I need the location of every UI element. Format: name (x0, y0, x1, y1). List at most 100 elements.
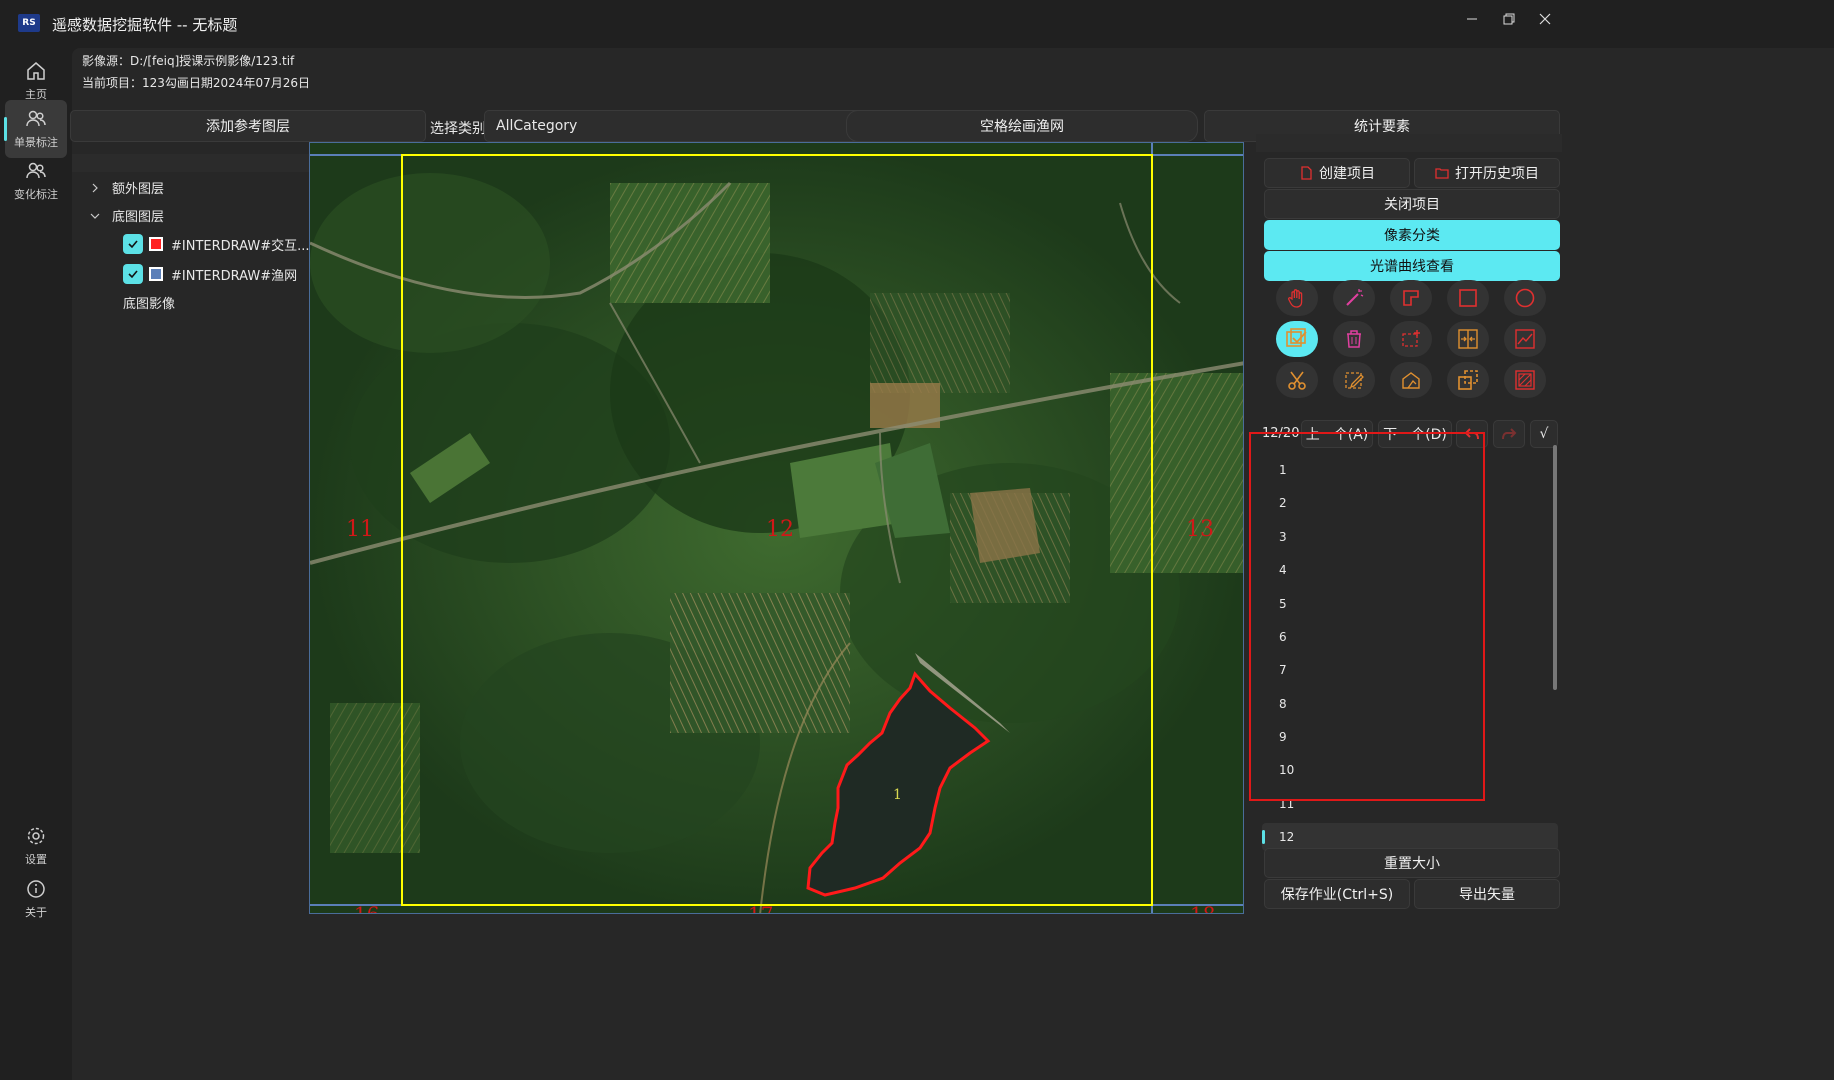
restore-icon (1503, 13, 1515, 25)
layer-color-swatch (149, 237, 163, 251)
create-project-button[interactable]: 创建项目 (1264, 158, 1410, 188)
reset-size-button[interactable]: 重置大小 (1264, 848, 1560, 878)
list-item[interactable]: 3 (1262, 523, 1558, 551)
layer-checkbox[interactable] (123, 234, 143, 254)
grid-label: 11 (346, 517, 374, 542)
list-item[interactable]: 9 (1262, 723, 1558, 751)
open-history-label: 打开历史项目 (1455, 166, 1539, 182)
chevron-right-icon (92, 183, 98, 192)
home-icon (27, 62, 45, 80)
list-item[interactable]: 7 (1262, 656, 1558, 684)
layer-row-base-image[interactable]: 底图影像 (123, 293, 175, 312)
layer-row-interact[interactable]: #INTERDRAW#交互... (123, 234, 309, 254)
pan-tool[interactable] (1276, 280, 1318, 316)
grid-label: 17 (748, 902, 773, 914)
select-tool[interactable] (1276, 321, 1318, 357)
base-image-label: 底图影像 (123, 297, 176, 312)
layer-checkbox[interactable] (123, 264, 143, 284)
rectangle-icon (1459, 289, 1477, 307)
nav-single-label: 单景标注 (14, 136, 58, 149)
spectral-curve-button[interactable]: 光谱曲线查看 (1264, 251, 1560, 281)
add-vertex-tool[interactable] (1390, 321, 1432, 357)
rectangle-tool[interactable] (1447, 280, 1489, 316)
copy-tool[interactable] (1447, 362, 1489, 398)
list-item[interactable]: 10 (1262, 756, 1558, 784)
nav-settings-label: 设置 (25, 853, 47, 866)
frame-list: 1 2 3 4 5 6 7 8 9 10 11 12 13 (1262, 456, 1564, 876)
image-source: 影像源：D:/[feiq]授课示例影像/123.tif (82, 54, 295, 68)
nav-single-annotation[interactable]: 单景标注 (4, 100, 67, 158)
draw-grid-button[interactable]: 空格绘画渔网 (846, 110, 1198, 142)
reshape-tool[interactable] (1390, 362, 1432, 398)
layer-row-grid[interactable]: #INTERDRAW#渔网 (123, 264, 297, 284)
app-logo: RS (18, 14, 40, 32)
close-button[interactable] (1522, 4, 1568, 34)
list-item[interactable]: 1 (1262, 456, 1558, 484)
copy-icon (1458, 370, 1478, 390)
edit-vertex-icon (1345, 372, 1364, 389)
list-scrollbar[interactable] (1553, 445, 1557, 690)
check-icon (128, 240, 138, 249)
list-item[interactable]: 8 (1262, 690, 1558, 718)
close-project-button[interactable]: 关闭项目 (1264, 189, 1560, 219)
nav-about-label: 关于 (25, 906, 47, 919)
category-select[interactable]: AllCategory (484, 110, 902, 142)
list-item[interactable]: 4 (1262, 556, 1558, 584)
undo-button[interactable] (1456, 420, 1488, 448)
save-button[interactable]: 保存作业(Ctrl+S) (1264, 879, 1410, 909)
grid-label: 18 (1190, 902, 1215, 914)
fill-pattern-tool[interactable] (1504, 362, 1546, 398)
list-item[interactable]: 6 (1262, 623, 1558, 651)
nav-change-label: 变化标注 (14, 188, 58, 201)
prev-button[interactable]: 上一个(A) (1301, 420, 1373, 448)
confirm-button[interactable]: √ (1530, 420, 1558, 448)
left-nav: 主页 单景标注 变化标注 设置 关于 (0, 48, 72, 1080)
list-item[interactable]: 5 (1262, 590, 1558, 618)
select-category-label: 选择类别 (430, 121, 486, 137)
edit-vertex-tool[interactable] (1333, 362, 1375, 398)
list-item-selected[interactable]: 12 (1262, 823, 1558, 851)
polygon-label: 1 (893, 787, 902, 803)
delete-tool[interactable] (1333, 321, 1375, 357)
list-item[interactable]: 2 (1262, 489, 1558, 517)
next-button[interactable]: 下一个(D) (1378, 420, 1452, 448)
cut-tool[interactable] (1276, 362, 1318, 398)
merge-icon (1458, 329, 1478, 349)
redo-button[interactable] (1493, 420, 1525, 448)
close-icon (1539, 13, 1551, 25)
add-vertex-icon (1402, 330, 1420, 347)
tree-extra-layers[interactable]: 额外图层 (90, 178, 164, 197)
list-item[interactable]: 11 (1262, 790, 1558, 818)
tree-base-layers[interactable]: 底图图层 (90, 206, 164, 225)
magic-wand-tool[interactable] (1333, 280, 1375, 316)
layer-2-label: #INTERDRAW#渔网 (171, 268, 298, 284)
export-vector-button[interactable]: 导出矢量 (1414, 879, 1560, 909)
layer-1-label: #INTERDRAW#交互... (171, 238, 310, 254)
extra-layers-label: 额外图层 (112, 182, 165, 197)
nav-about[interactable]: 关于 (5, 870, 67, 928)
pixel-classify-button[interactable]: 像素分类 (1264, 220, 1560, 250)
item-counter: 12/20 (1262, 426, 1300, 441)
nav-settings[interactable]: 设置 (5, 817, 67, 875)
chart-tool[interactable] (1504, 321, 1546, 357)
circle-tool[interactable] (1504, 280, 1546, 316)
add-layer-button[interactable]: 添加参考图层 (70, 110, 426, 142)
polygon-tool[interactable] (1390, 280, 1432, 316)
minimize-icon (1467, 18, 1477, 20)
nav-change-annotation[interactable]: 变化标注 (5, 152, 67, 210)
check-icon (128, 270, 138, 279)
trash-icon (1347, 330, 1361, 348)
create-project-label: 创建项目 (1319, 166, 1375, 182)
grid-label: 16 (354, 902, 379, 914)
folder-icon (1435, 168, 1449, 179)
layer-panel: 额外图层 底图图层 #INTERDRAW#交互... #INTERDRAW#渔网… (72, 154, 346, 1080)
window-title: 遥感数据挖掘软件 -- 无标题 (52, 16, 238, 34)
file-icon (1301, 166, 1312, 180)
satellite-image: 11 12 13 16 17 18 1 (310, 143, 1243, 914)
users-icon (26, 162, 46, 179)
chevron-down-icon (90, 213, 100, 219)
open-history-button[interactable]: 打开历史项目 (1414, 158, 1560, 188)
merge-tool[interactable] (1447, 321, 1489, 357)
users-icon (26, 110, 46, 127)
map-canvas[interactable]: 11 12 13 16 17 18 1 (309, 142, 1244, 914)
